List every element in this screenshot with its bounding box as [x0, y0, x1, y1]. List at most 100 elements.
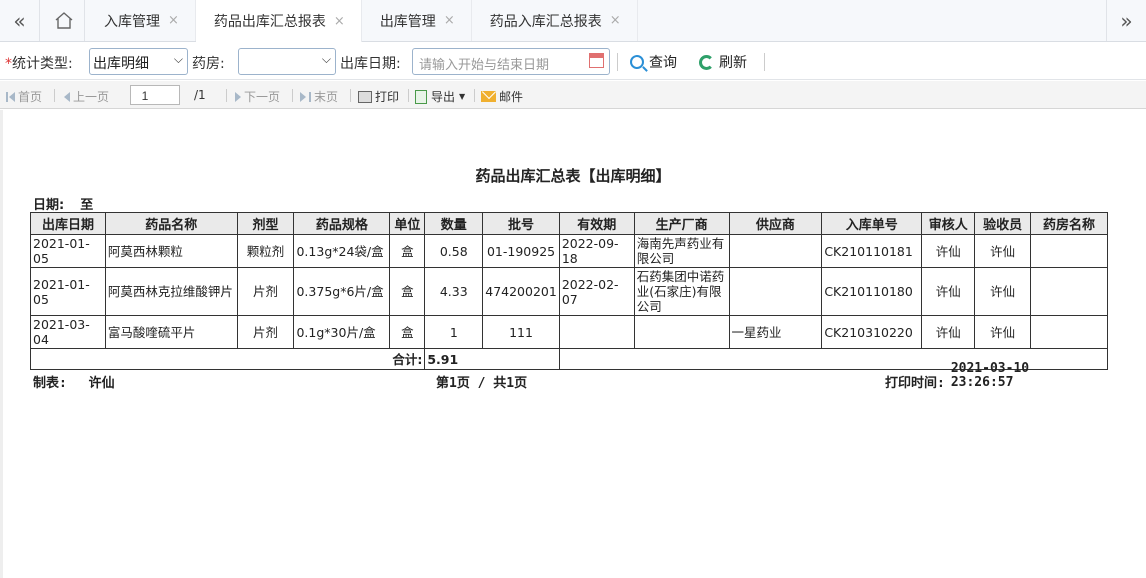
cell-qty: 4.33 [424, 267, 484, 316]
cell-form: 片剂 [236, 315, 295, 349]
total-row: 合计: 5.91 [29, 348, 1109, 370]
pharmacy-select[interactable]: ⌵ [238, 48, 336, 75]
query-button[interactable]: 查询 [630, 52, 677, 72]
cell-date: 2021-01-05 [30, 267, 106, 316]
tab-label: 药品出库汇总报表 [213, 14, 326, 30]
close-icon[interactable]: × [610, 13, 621, 28]
next-page-icon [235, 91, 241, 102]
required-marker: * [5, 56, 12, 72]
mail-button[interactable]: 邮件 [481, 88, 523, 105]
cell-spec: 0.1g*30片/盒 [293, 315, 391, 349]
divider [617, 53, 618, 71]
date-range-input[interactable]: 请输入开始与结束日期 [412, 48, 610, 75]
refresh-label: 刷新 [719, 55, 747, 71]
report-pager-toolbar: 首页 上一页 /1 下一页 末页 打印 导出▼ 邮件 [0, 81, 1146, 109]
cell-pharmacy [1030, 267, 1108, 316]
cell-batch: 474200201 [482, 267, 560, 316]
report-title: 药品出库汇总表【出库明细】 [475, 167, 671, 185]
print-time-value: 2021-03-10 23:26:57 [951, 362, 1029, 391]
column-header: 剂型 [236, 212, 295, 235]
column-header: 有效期 [558, 212, 635, 235]
report-table: 出库日期 药品名称 剂型 药品规格 单位 数量 批号 有效期 生产厂商 供应商 … [29, 212, 1109, 370]
last-page-button[interactable]: 末页 [300, 88, 338, 105]
first-page-arrow-icon [9, 91, 15, 102]
first-page-button[interactable]: 首页 [6, 88, 42, 105]
date-to: 至 [80, 198, 94, 213]
print-time: 打印时间: 2021-03-10 23:26:57 [885, 362, 1029, 392]
caret-down-icon: ▼ [459, 92, 466, 101]
double-chevron-right-icon: » [1120, 8, 1133, 33]
cell-name: 阿莫西林克拉维酸钾片 [104, 267, 238, 316]
column-header: 出库日期 [30, 212, 106, 235]
cell-reviewer: 许仙 [921, 234, 976, 268]
next-page-label: 下一页 [244, 90, 281, 104]
cell-name: 阿莫西林颗粒 [104, 234, 238, 268]
cell-name: 富马酸喹硫平片 [104, 315, 238, 349]
cell-date: 2021-01-05 [30, 234, 106, 268]
cell-expiry: 2022-09-18 [558, 234, 635, 268]
filter-toolbar: *统计类型: 出库明细 ⌵ 药房: ⌵ 出库日期: 请输入开始与结束日期 查询 … [0, 43, 1146, 80]
cell-reviewer: 许仙 [921, 267, 976, 316]
total-pages: /1 [194, 88, 206, 102]
tab-list: 入库管理 × 药品出库汇总报表 × 出库管理 × 药品入库汇总报表 × [86, 0, 638, 42]
page-number-input[interactable] [130, 85, 180, 105]
cell-order: CK210110180 [821, 267, 923, 316]
divider [54, 89, 55, 102]
tab-inbound-management[interactable]: 入库管理 × [86, 0, 196, 41]
stat-type-value: 出库明细 [93, 56, 149, 72]
cell-expiry [558, 315, 635, 349]
cell-batch: 111 [482, 315, 560, 349]
export-label: 导出 [431, 90, 456, 104]
print-button[interactable]: 打印 [358, 88, 399, 105]
cell-checker: 许仙 [974, 234, 1032, 268]
chevron-down-icon: ⌵ [321, 52, 331, 66]
query-label: 查询 [649, 55, 677, 71]
scroll-tabs-right-button[interactable]: » [1106, 0, 1146, 41]
outbound-date-label: 出库日期: [340, 56, 401, 72]
table-header-row: 出库日期 药品名称 剂型 药品规格 单位 数量 批号 有效期 生产厂商 供应商 … [30, 212, 1108, 235]
column-header: 单位 [389, 212, 426, 235]
print-time-label: 打印时间: [885, 376, 945, 391]
close-icon[interactable]: × [168, 13, 179, 28]
tab-label: 入库管理 [104, 13, 160, 30]
cell-maker [633, 315, 730, 349]
refresh-button[interactable]: 刷新 [699, 52, 747, 72]
tab-outbound-management[interactable]: 出库管理 × [362, 0, 472, 41]
date-label: 日期: [33, 198, 65, 213]
mail-label: 邮件 [499, 90, 524, 104]
cell-supplier [728, 234, 823, 268]
next-page-button[interactable]: 下一页 [235, 88, 280, 105]
close-icon[interactable]: × [444, 13, 455, 28]
tab-inbound-summary-report[interactable]: 药品入库汇总报表 × [472, 0, 638, 41]
pharmacy-label: 药房: [192, 56, 225, 72]
scroll-tabs-left-button[interactable]: « [0, 0, 40, 41]
home-icon [55, 12, 72, 29]
column-header: 药品规格 [293, 212, 391, 235]
prev-page-icon [64, 91, 70, 102]
tab-outbound-summary-report[interactable]: 药品出库汇总报表 × [195, 0, 362, 42]
column-header: 入库单号 [821, 212, 923, 235]
maker-name: 许仙 [88, 376, 115, 391]
search-icon [630, 55, 644, 69]
first-page-icon [6, 91, 8, 102]
date-range-placeholder: 请输入开始与结束日期 [419, 58, 550, 73]
cell-supplier [728, 267, 823, 316]
stat-type-select[interactable]: 出库明细 ⌵ [89, 48, 188, 75]
calendar-icon[interactable] [589, 53, 604, 68]
cell-form: 颗粒剂 [236, 234, 295, 268]
cell-checker: 许仙 [974, 267, 1032, 316]
total-value: 5.91 [424, 348, 560, 370]
stat-type-label: *统计类型: [5, 53, 73, 73]
export-icon [415, 89, 427, 104]
table-row: 2021-01-05 阿莫西林颗粒 颗粒剂 0.13g*24袋/盒 盒 0.58… [30, 234, 1108, 268]
column-header: 批号 [482, 212, 560, 235]
close-icon[interactable]: × [334, 14, 345, 29]
prev-page-button[interactable]: 上一页 [64, 88, 109, 105]
report-maker: 制表: 许仙 [33, 372, 115, 391]
cell-unit: 盒 [389, 267, 426, 316]
cell-spec: 0.13g*24袋/盒 [293, 234, 391, 268]
home-button[interactable] [43, 0, 85, 41]
cell-form: 片剂 [236, 267, 295, 316]
export-button[interactable]: 导出 ▼ [415, 88, 465, 105]
cell-spec: 0.375g*6片/盒 [293, 267, 391, 316]
